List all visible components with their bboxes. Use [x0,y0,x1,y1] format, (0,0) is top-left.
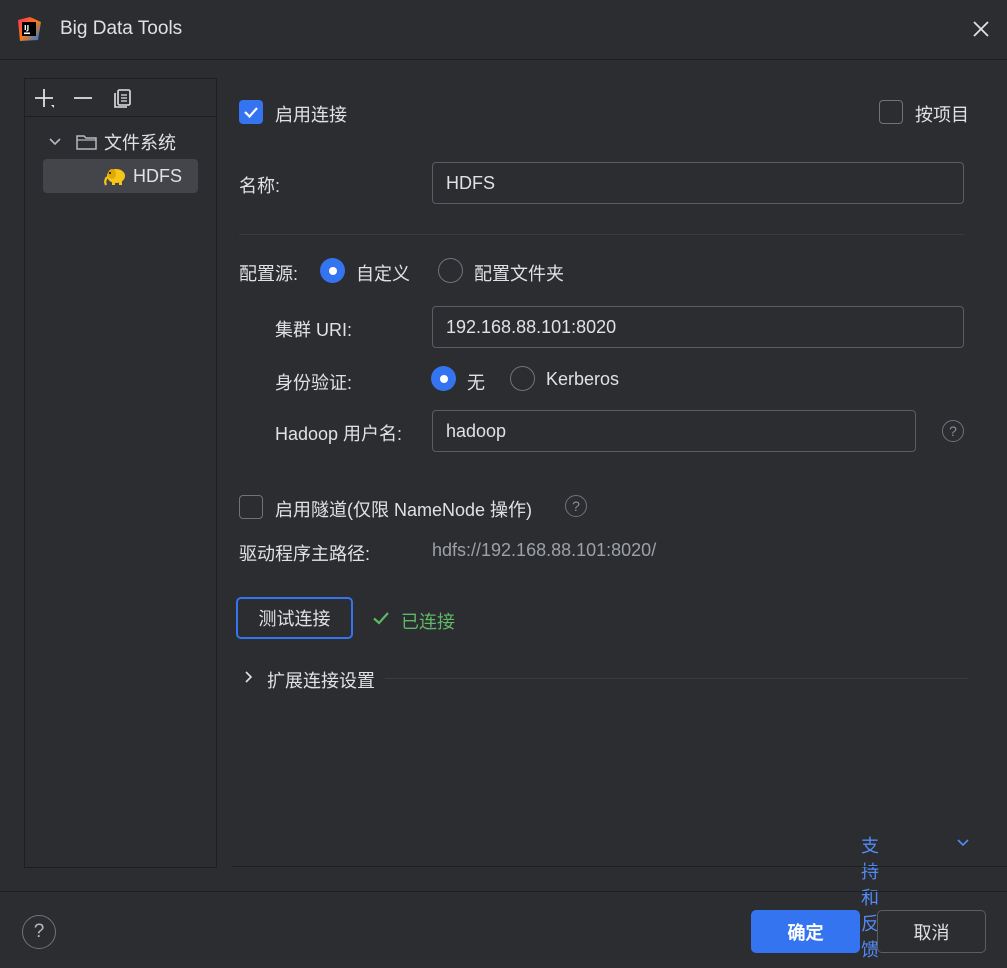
config-source-folder-label: 配置文件夹 [474,264,564,284]
tree-toolbar [25,79,216,117]
cancel-button[interactable]: 取消 [877,910,986,953]
chevron-right-icon[interactable] [241,669,257,685]
driver-path-value: hdfs://192.168.88.101:8020/ [432,540,657,560]
auth-none-radio[interactable] [431,366,456,391]
enable-connection-checkbox[interactable] [239,100,263,124]
advanced-divider [385,678,968,679]
name-label: 名称: [239,176,281,196]
chevron-down-icon[interactable] [955,835,971,851]
connection-status: 已连接 [401,612,455,632]
remove-icon[interactable] [72,87,94,109]
advanced-settings-toggle[interactable]: 扩展连接设置 [267,667,375,693]
footer-divider [0,891,1007,892]
cluster-uri-label: 集群 URI: [275,320,353,340]
tunnel-checkbox[interactable] [239,495,263,519]
test-connection-button[interactable]: 测试连接 [236,597,353,639]
config-source-custom-label: 自定义 [356,264,410,284]
close-icon[interactable] [969,17,993,41]
hadoop-elephant-icon [104,169,125,186]
auth-kerberos-radio[interactable] [510,366,535,391]
auth-kerberos-label: Kerberos [546,369,620,389]
checkmark-icon [244,107,258,119]
section-divider [239,234,964,235]
add-icon[interactable] [33,87,55,109]
per-project-label: 按项目 [915,105,969,125]
per-project-checkbox[interactable] [879,100,903,124]
chevron-down-icon[interactable] [47,134,63,150]
svg-text:IJ: IJ [24,24,29,32]
ok-button[interactable]: 确定 [751,910,860,953]
tunnel-label: 启用隧道(仅限 NameNode 操作) [275,500,533,520]
folder-icon [76,135,97,150]
window-title: Big Data Tools [60,18,183,39]
config-source-folder-radio[interactable] [438,258,463,283]
help-icon[interactable]: ? [22,915,56,949]
tunnel-help-icon[interactable]: ? [565,495,587,517]
cluster-uri-input[interactable]: 192.168.88.101:8020 [432,306,964,348]
hadoop-user-help-icon[interactable]: ? [942,420,964,442]
intellij-logo-icon: IJ [18,17,41,41]
auth-label: 身份验证: [275,373,353,393]
driver-path-label: 驱动程序主路径: [239,544,371,564]
hadoop-user-label: Hadoop 用户名: [275,424,403,444]
enable-connection-label: 启用连接 [275,105,347,125]
copy-icon[interactable] [112,87,134,109]
tree-item-hdfs[interactable]: HDFS [43,159,198,193]
hadoop-user-input[interactable]: hadoop [432,410,916,452]
dialog-window: IJ Big Data Tools 文件系统 HDFS 启用连接 按项目 名称:… [0,0,1007,968]
success-check-icon [373,612,389,625]
auth-none-label: 无 [467,373,485,393]
config-source-label: 配置源: [239,264,299,284]
connection-tree-panel: 文件系统 HDFS [24,78,217,868]
config-source-custom-radio[interactable] [320,258,345,283]
name-input[interactable]: HDFS [432,162,964,204]
tree-item-label: HDFS [133,165,182,186]
content-bottom-divider [232,866,1007,867]
tree-folder-filesystem[interactable]: 文件系统 [47,125,176,159]
tree-folder-label: 文件系统 [104,133,176,153]
title-bar: IJ Big Data Tools [0,0,1007,60]
